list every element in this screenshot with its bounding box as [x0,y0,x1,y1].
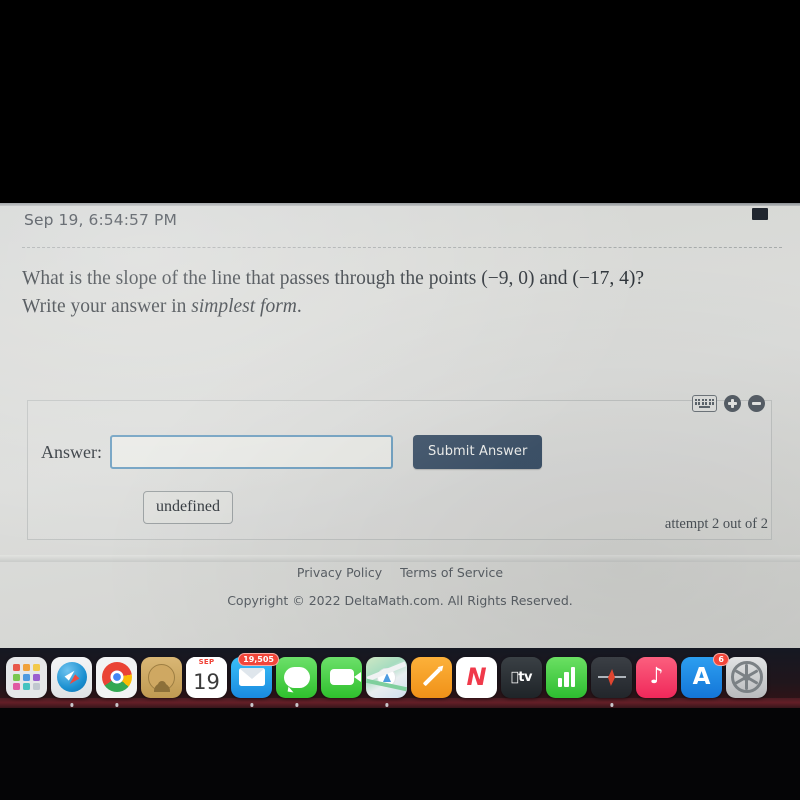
laptop-screen-bezel-top [0,0,800,203]
speech-bubble-icon [283,666,310,688]
music-note-icon: ♪ [649,664,664,689]
maps-icon[interactable] [366,656,407,698]
screen-corner-artifact [752,208,768,220]
question-line1-part-b: and [534,268,573,289]
launchpad-grid [13,663,40,691]
minus-circle-icon[interactable] [748,395,765,412]
question-line1-part-a: What is the slope of the line that passe… [22,268,482,289]
chrome-icon[interactable] [96,656,137,698]
dock-item-notes[interactable] [411,656,452,698]
chrome-ring [101,662,132,692]
dock-item-news[interactable]: N [456,656,497,698]
footer-links: Privacy Policy Terms of Service [0,565,800,580]
plus-circle-icon[interactable] [724,395,741,412]
keyboard-icon-spacebar [699,406,710,409]
attempt-counter: attempt 2 out of 2 [664,516,768,532]
dock-item-system-preferences[interactable] [726,656,767,698]
keyboard-icon-row [695,402,714,405]
contacts-icon[interactable] [141,656,182,698]
calendar-day: 19 [193,670,220,694]
terms-of-service-link[interactable]: Terms of Service [400,565,503,580]
timestamp-label: Sep 19, 6:54:57 PM [24,211,177,229]
question-line2-italic: simplest form [191,295,297,317]
keyboard-icon-row [695,398,714,401]
garageband-icon[interactable] [591,656,632,698]
dock-item-garageband[interactable] [591,656,632,707]
messages-icon[interactable] [276,656,317,698]
audio-wave-icon [597,667,626,687]
contacts-avatar [148,663,175,692]
dock-item-mail[interactable]: 19,505 [231,652,279,707]
music-icon[interactable]: ♪ [636,656,677,698]
facetime-icon[interactable] [321,656,362,698]
app-store-letter-icon: A [692,663,711,690]
laptop-body-shadow [0,708,800,800]
answer-row: Answer: Submit Answer [41,435,543,469]
notes-icon[interactable] [411,656,452,698]
apple-tv-wordmark: tv [511,669,533,685]
dock-item-calendar[interactable]: SEP 19 [186,656,227,698]
answer-input[interactable] [110,435,393,469]
dock-item-facetime[interactable] [321,656,362,698]
copyright-text: Copyright © 2022 DeltaMath.com. All Righ… [227,593,573,608]
dock-item-safari[interactable] [51,656,92,707]
page-footer: Privacy Policy Terms of Service Copyrigh… [0,565,800,608]
video-camera-icon [329,669,361,685]
page-top-divider [0,203,800,206]
dock-item-contacts[interactable] [141,656,182,698]
question-text: What is the slope of the line that passe… [22,265,778,320]
macos-dock: SEP 19 19,505 N tv ♪ A6 [0,648,800,707]
mail-badge: 19,505 [238,652,279,666]
pencil-icon [422,667,441,687]
numbers-icon[interactable] [546,656,587,698]
envelope-icon [238,668,265,686]
keyboard-icon[interactable] [692,395,717,412]
question-line2-part-b: . [296,295,302,317]
app-store-badge: 6 [713,652,729,666]
dock-item-app-store[interactable]: A6 [681,652,729,698]
dashed-divider [22,247,782,248]
dock-item-messages[interactable] [276,656,317,707]
answer-label: Answer: [41,441,102,462]
card-bottom-edge [0,555,800,562]
dock-item-maps[interactable] [366,656,407,707]
question-line2-part-a: Write your answer in [22,295,192,317]
privacy-policy-link[interactable]: Privacy Policy [297,565,382,580]
bar-chart-icon [557,667,576,687]
answer-panel: Answer: Submit Answer undefined attempt … [27,395,772,540]
dock-item-apple-tv[interactable]: tv [501,656,542,698]
dock-item-music[interactable]: ♪ [636,656,677,698]
news-letter-icon: N [466,663,487,691]
deltamath-page: Sep 19, 6:54:57 PM What is the slope of … [0,203,800,648]
apple-tv-icon[interactable]: tv [501,656,542,698]
macos-dock-area: SEP 19 19,505 N tv ♪ A6 [0,648,800,800]
undefined-button[interactable]: undefined [143,491,233,524]
question-point-1: (−9, 0) [481,268,535,289]
answer-tools [692,395,765,412]
calendar-icon[interactable]: SEP 19 [186,656,227,698]
dock-item-chrome[interactable] [96,656,137,707]
launchpad-icon[interactable] [6,656,47,698]
news-icon[interactable]: N [456,656,497,698]
system-preferences-icon[interactable] [726,656,767,698]
dock-item-launchpad[interactable] [6,656,47,698]
question-point-2: (−17, 4) [572,268,636,289]
safari-compass [56,662,87,692]
calendar-month: SEP [186,656,227,668]
safari-icon[interactable] [51,656,92,698]
submit-answer-button[interactable]: Submit Answer [413,435,543,469]
question-line1-part-c: ? [635,268,645,289]
gear-icon [730,661,763,693]
screenshot-root: Sep 19, 6:54:57 PM What is the slope of … [0,0,800,800]
dock-item-numbers[interactable] [546,656,587,698]
